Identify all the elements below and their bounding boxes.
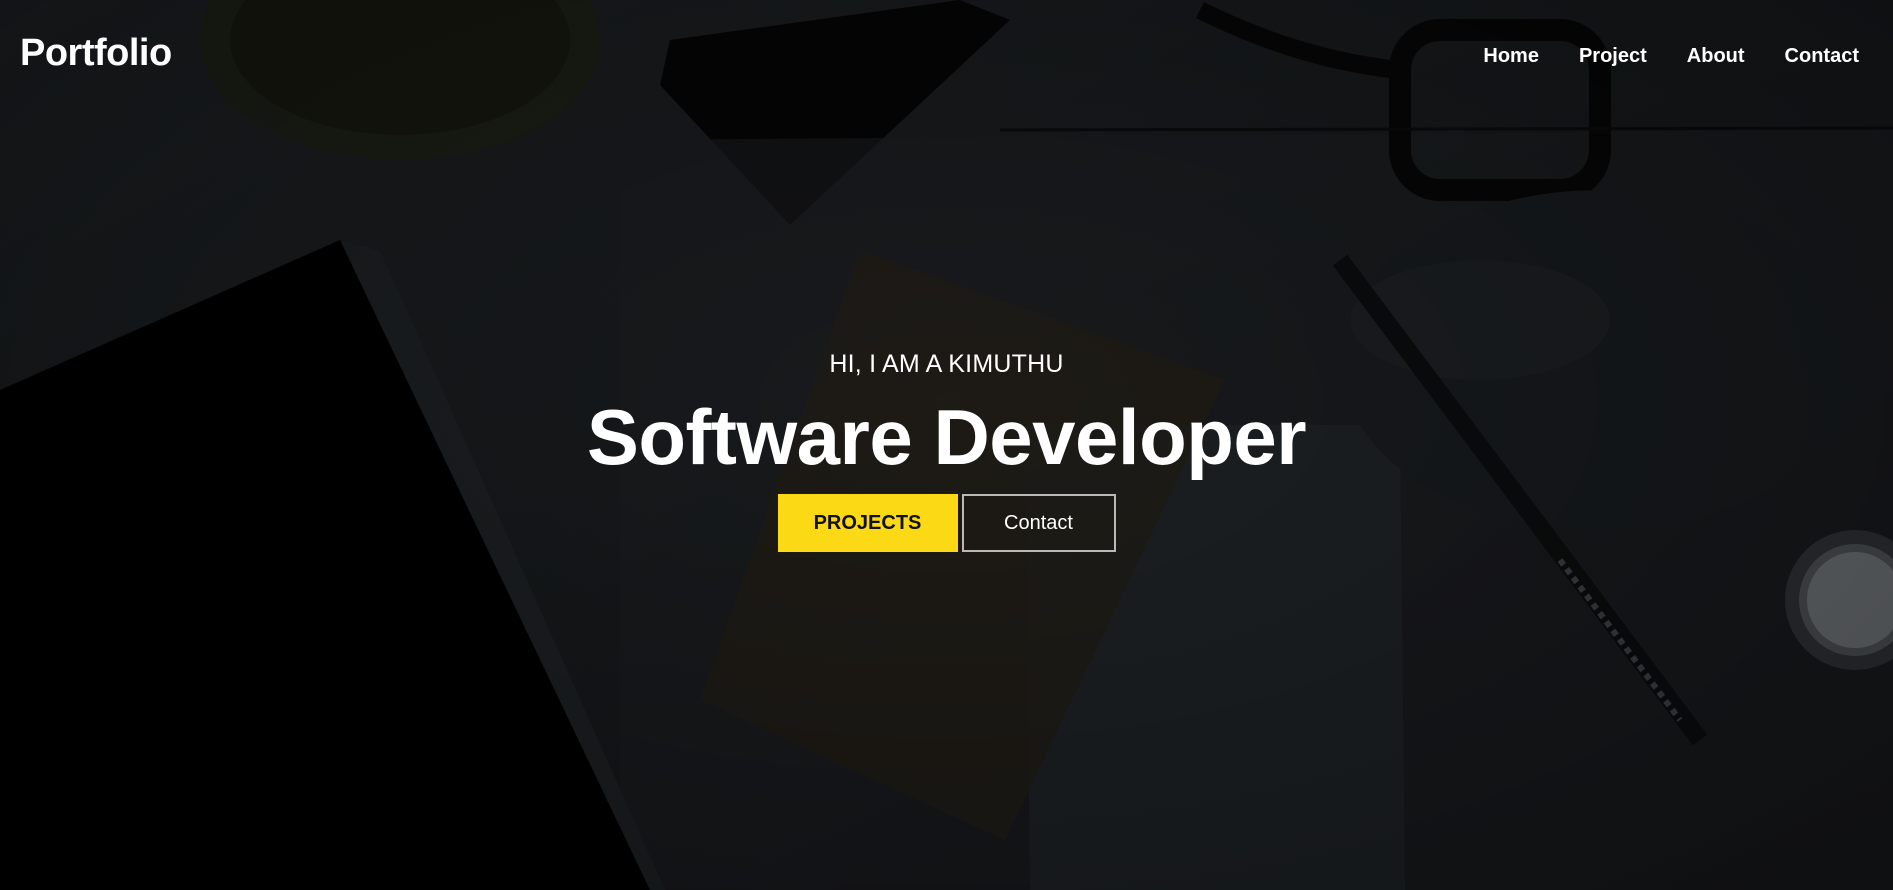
hero-title: Software Developer bbox=[586, 393, 1307, 481]
nav-project[interactable]: Project bbox=[1579, 46, 1647, 66]
contact-button[interactable]: Contact bbox=[961, 494, 1116, 552]
hero-buttons: PROJECTS Contact bbox=[0, 494, 1893, 552]
nav-contact[interactable]: Contact bbox=[1785, 46, 1859, 66]
projects-button[interactable]: PROJECTS bbox=[777, 494, 958, 552]
hero-subtitle: HI, I AM A KIMUTHU bbox=[829, 350, 1064, 378]
logo[interactable]: Portfolio bbox=[20, 34, 172, 72]
nav-home[interactable]: Home bbox=[1483, 46, 1539, 66]
nav-about[interactable]: About bbox=[1687, 46, 1745, 66]
hero-section: HI, I AM A KIMUTHU Software Developer PR… bbox=[0, 348, 1893, 552]
main-nav: Home Project About Contact bbox=[1483, 46, 1859, 66]
